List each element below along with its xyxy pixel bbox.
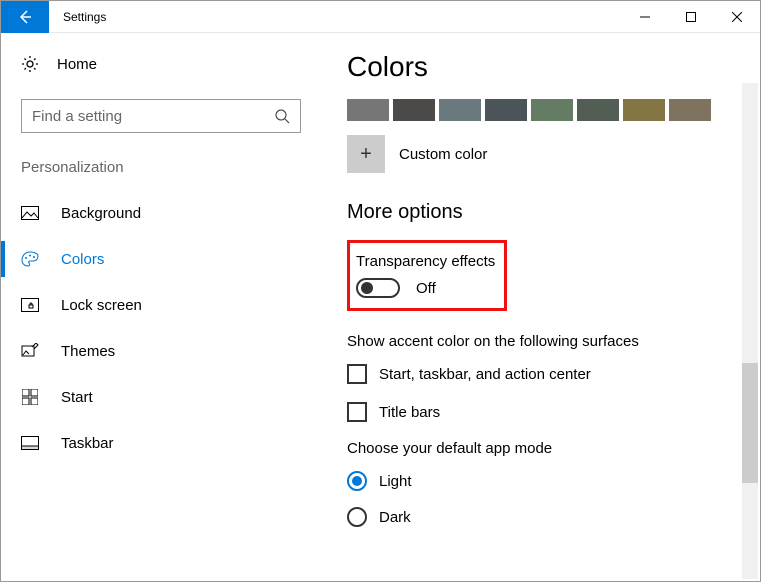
home-label: Home: [57, 56, 97, 73]
nav-label: Taskbar: [61, 435, 114, 452]
gear-icon: [21, 55, 39, 73]
main-content: Colors + Custom color More options Trans…: [321, 33, 760, 581]
section-title: Personalization: [1, 159, 321, 176]
nav-list: Background Colors Lock screen Themes Sta…: [1, 190, 321, 466]
checkbox-icon: [347, 364, 367, 384]
nav-background[interactable]: Background: [1, 190, 321, 236]
swatch[interactable]: [623, 99, 665, 121]
check-label: Title bars: [379, 404, 440, 421]
palette-icon: [21, 251, 39, 267]
toggle-state: Off: [416, 280, 436, 297]
radio-light[interactable]: Light: [347, 471, 760, 491]
start-icon: [21, 389, 39, 405]
taskbar-icon: [21, 436, 39, 450]
surface-label: Show accent color on the following surfa…: [347, 333, 760, 350]
swatch[interactable]: [439, 99, 481, 121]
nav-label: Start: [61, 389, 93, 406]
maximize-icon: [686, 12, 696, 22]
minimize-button[interactable]: [622, 1, 668, 33]
maximize-button[interactable]: [668, 1, 714, 33]
custom-color[interactable]: + Custom color: [347, 135, 760, 173]
nav-themes[interactable]: Themes: [1, 328, 321, 374]
arrow-left-icon: [17, 9, 33, 25]
search-box[interactable]: [21, 99, 301, 133]
radio-icon: [347, 471, 367, 491]
close-icon: [732, 12, 742, 22]
swatch[interactable]: [393, 99, 435, 121]
picture-icon: [21, 206, 39, 220]
window-controls: [622, 1, 760, 33]
home-link[interactable]: Home: [1, 51, 321, 87]
nav-label: Colors: [61, 251, 104, 268]
swatch[interactable]: [669, 99, 711, 121]
scrollbar-track[interactable]: [742, 83, 758, 579]
nav-taskbar[interactable]: Taskbar: [1, 420, 321, 466]
check-label: Start, taskbar, and action center: [379, 366, 591, 383]
nav-colors[interactable]: Colors: [1, 236, 321, 282]
nav-label: Themes: [61, 343, 115, 360]
transparency-label: Transparency effects: [356, 253, 498, 270]
swatch[interactable]: [347, 99, 389, 121]
radio-label: Dark: [379, 509, 411, 526]
nav-lockscreen[interactable]: Lock screen: [1, 282, 321, 328]
page-title: Colors: [347, 51, 760, 83]
more-options-heading: More options: [347, 201, 760, 224]
check-start-taskbar[interactable]: Start, taskbar, and action center: [347, 364, 760, 384]
lockscreen-icon: [21, 298, 39, 312]
check-titlebars[interactable]: Title bars: [347, 402, 760, 422]
mode-label: Choose your default app mode: [347, 440, 760, 457]
search-icon: [275, 109, 290, 124]
minimize-icon: [640, 12, 650, 22]
transparency-highlight: Transparency effects Off: [347, 240, 507, 311]
close-button[interactable]: [714, 1, 760, 33]
custom-color-label: Custom color: [399, 146, 487, 163]
color-swatches: [347, 99, 760, 121]
swatch[interactable]: [531, 99, 573, 121]
transparency-toggle[interactable]: Off: [356, 278, 498, 298]
swatch[interactable]: [485, 99, 527, 121]
sidebar: Home Personalization Background Colors L…: [1, 33, 321, 581]
themes-icon: [21, 343, 39, 359]
swatch[interactable]: [577, 99, 619, 121]
radio-label: Light: [379, 473, 412, 490]
radio-icon: [347, 507, 367, 527]
back-button[interactable]: [1, 1, 49, 33]
nav-label: Background: [61, 205, 141, 222]
window-title: Settings: [63, 10, 106, 24]
plus-icon: +: [347, 135, 385, 173]
search-input[interactable]: [32, 108, 275, 125]
titlebar: Settings: [1, 1, 760, 33]
toggle-switch: [356, 278, 400, 298]
checkbox-icon: [347, 402, 367, 422]
nav-label: Lock screen: [61, 297, 142, 314]
radio-dark[interactable]: Dark: [347, 507, 760, 527]
nav-start[interactable]: Start: [1, 374, 321, 420]
scrollbar-thumb[interactable]: [742, 363, 758, 483]
